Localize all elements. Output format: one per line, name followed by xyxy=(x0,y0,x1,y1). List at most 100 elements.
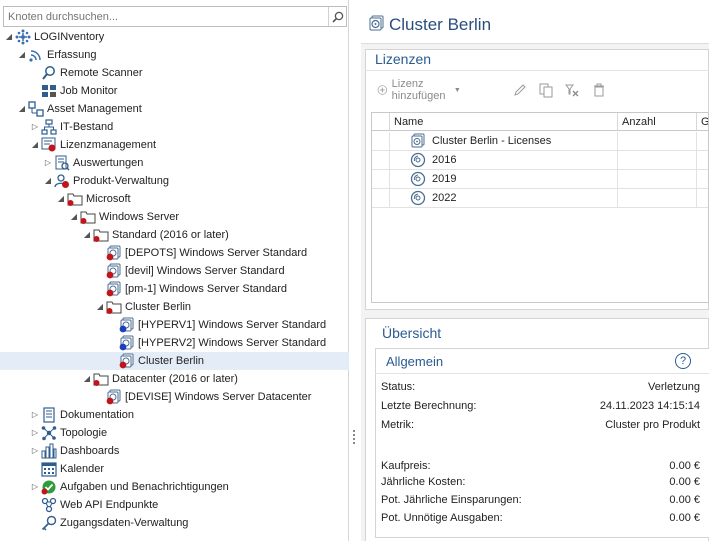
tree-node-label: [HYPERV2] Windows Server Standard xyxy=(138,337,327,349)
tree-node-label: [devil] Windows Server Standard xyxy=(125,265,285,277)
tree-node-label: Topologie xyxy=(60,427,108,439)
divider xyxy=(365,70,709,71)
collapse-toggle-icon[interactable]: ◢ xyxy=(82,226,92,244)
expand-toggle-icon[interactable]: ▷ xyxy=(30,424,40,442)
page-title: Cluster Berlin xyxy=(389,15,492,34)
collapse-toggle-icon[interactable]: ◢ xyxy=(4,28,14,46)
collapse-toggle-icon[interactable]: ◢ xyxy=(30,136,40,154)
cost-value: 0.00 € xyxy=(669,494,700,506)
search-input[interactable] xyxy=(4,7,322,26)
magnifier-icon xyxy=(41,65,57,81)
table-row[interactable]: 2022 xyxy=(372,189,708,208)
tree-node[interactable]: ▷ Auswertungen xyxy=(0,154,349,172)
table-row[interactable]: Cluster Berlin - Licenses xyxy=(372,132,708,151)
wifi-icon xyxy=(28,47,44,63)
tree-node[interactable]: [HYPERV2] Windows Server Standard xyxy=(0,334,349,352)
collapse-toggle-icon[interactable]: ◢ xyxy=(82,370,92,388)
tree-node[interactable]: Kalender xyxy=(0,460,349,478)
tree-node[interactable]: ◢ Erfassung xyxy=(0,46,349,64)
tree-node[interactable]: ◢ Microsoft xyxy=(0,190,349,208)
column-header-name[interactable]: Name xyxy=(390,113,618,131)
table-row[interactable]: 2019 xyxy=(372,170,708,189)
tree-node[interactable]: ◢ Windows Server xyxy=(0,208,349,226)
tree-node[interactable]: ◢ Standard (2016 or later) xyxy=(0,226,349,244)
tree-node[interactable]: [devil] Windows Server Standard xyxy=(0,262,349,280)
tree-node[interactable]: ▷ IT-Bestand xyxy=(0,118,349,136)
tree-node-label: Kalender xyxy=(60,463,105,475)
navigation-tree: ◢ LOGINventory ◢ Erfassung Remote Scanner Job… xyxy=(0,28,349,532)
collapse-toggle-icon[interactable]: ◢ xyxy=(95,298,105,316)
tree-node[interactable]: [DEPOTS] Windows Server Standard xyxy=(0,244,349,262)
overview-key: Status: xyxy=(381,381,416,393)
disc-icon xyxy=(410,152,426,168)
expand-toggle-icon[interactable]: ▷ xyxy=(30,406,40,424)
collapse-toggle-icon[interactable]: ◢ xyxy=(43,172,53,190)
column-header-count[interactable]: Anzahl xyxy=(618,113,697,131)
collapse-toggle-icon[interactable]: ◢ xyxy=(17,46,27,64)
tree-node[interactable]: Job Monitor xyxy=(0,82,349,100)
grid-header-indicator xyxy=(372,113,390,131)
valid-cell xyxy=(697,189,708,208)
license-group-icon xyxy=(410,133,426,149)
tree-node[interactable]: Zugangsdaten-Verwaltung xyxy=(0,514,349,532)
tree-node-label: Remote Scanner xyxy=(60,67,143,79)
divider xyxy=(375,373,709,374)
tree-node[interactable]: ◢ Datacenter (2016 or later) xyxy=(0,370,349,388)
cost-value: 0.00 € xyxy=(669,512,700,524)
column-header-valid[interactable]: Gü xyxy=(697,113,708,131)
count-cell xyxy=(618,189,697,208)
tree-node[interactable]: ▷ Topologie xyxy=(0,424,349,442)
tree-node[interactable]: ◢ Asset Management xyxy=(0,100,349,118)
collapse-toggle-icon[interactable]: ◢ xyxy=(69,208,79,226)
tree-node[interactable]: Web API Endpunkte xyxy=(0,496,349,514)
search-box xyxy=(3,6,347,27)
tree-node-label: Standard (2016 or later) xyxy=(112,229,229,241)
search-button[interactable] xyxy=(328,7,346,26)
expand-toggle-icon[interactable]: ▷ xyxy=(30,442,40,460)
tree-node[interactable]: ◢ Lizenzmanagement xyxy=(0,136,349,154)
tree-node[interactable]: ◢ Produkt-Verwaltung xyxy=(0,172,349,190)
document-icon xyxy=(41,407,57,423)
product-management-icon xyxy=(54,173,70,189)
tree-node[interactable]: ◢ Cluster Berlin xyxy=(0,298,349,316)
tree-node[interactable]: Remote Scanner xyxy=(0,64,349,82)
unassign-button[interactable] xyxy=(564,80,580,100)
tree-node[interactable]: ▷ Aufgaben und Benachrichtigungen xyxy=(0,478,349,496)
help-icon[interactable]: ? xyxy=(675,353,691,369)
folder-icon xyxy=(106,299,122,315)
collapse-toggle-icon[interactable]: ◢ xyxy=(56,190,66,208)
license-blue-icon xyxy=(119,317,135,333)
license-name: 2019 xyxy=(432,173,457,185)
row-indicator xyxy=(372,151,390,170)
copy-button[interactable] xyxy=(538,80,554,100)
count-cell xyxy=(618,132,697,151)
expand-toggle-icon[interactable]: ▷ xyxy=(30,118,40,136)
overview-title: Übersicht xyxy=(382,325,442,341)
tree-node[interactable]: ◢ LOGINventory xyxy=(0,28,349,46)
add-license-button[interactable]: Lizenz hinzufügen ▼ xyxy=(377,78,461,102)
asset-management-icon xyxy=(28,101,44,117)
expand-toggle-icon[interactable]: ▷ xyxy=(43,154,53,172)
cost-key: Pot. Unnötige Ausgaben: xyxy=(381,512,503,524)
tree-node-label: Dokumentation xyxy=(60,409,134,421)
edit-button[interactable] xyxy=(512,80,528,100)
cost-key: Jährliche Kosten: xyxy=(381,476,466,488)
tree-node[interactable]: [DEVISE] Windows Server Datacenter xyxy=(0,388,349,406)
delete-button[interactable] xyxy=(591,80,607,100)
tree-node[interactable]: [pm-1] Windows Server Standard xyxy=(0,280,349,298)
tree-node[interactable]: ▷ Dokumentation xyxy=(0,406,349,424)
key-icon xyxy=(41,515,57,531)
trash-icon xyxy=(594,83,604,97)
collapse-toggle-icon[interactable]: ◢ xyxy=(17,100,27,118)
tree-node-label: Cluster Berlin xyxy=(125,301,192,313)
count-cell xyxy=(618,151,697,170)
table-row[interactable]: 2016 xyxy=(372,151,708,170)
tree-node[interactable]: [HYPERV1] Windows Server Standard xyxy=(0,316,349,334)
tree-node[interactable]: Cluster Berlin xyxy=(0,352,349,370)
tree-node-label: Job Monitor xyxy=(60,85,118,97)
tree-node[interactable]: ▷ Dashboards xyxy=(0,442,349,460)
pane-splitter[interactable] xyxy=(352,428,356,448)
expand-toggle-icon[interactable]: ▷ xyxy=(30,478,40,496)
overview-key: Letzte Berechnung: xyxy=(381,400,477,412)
overview-value: 24.11.2023 14:15:14 xyxy=(599,400,700,412)
